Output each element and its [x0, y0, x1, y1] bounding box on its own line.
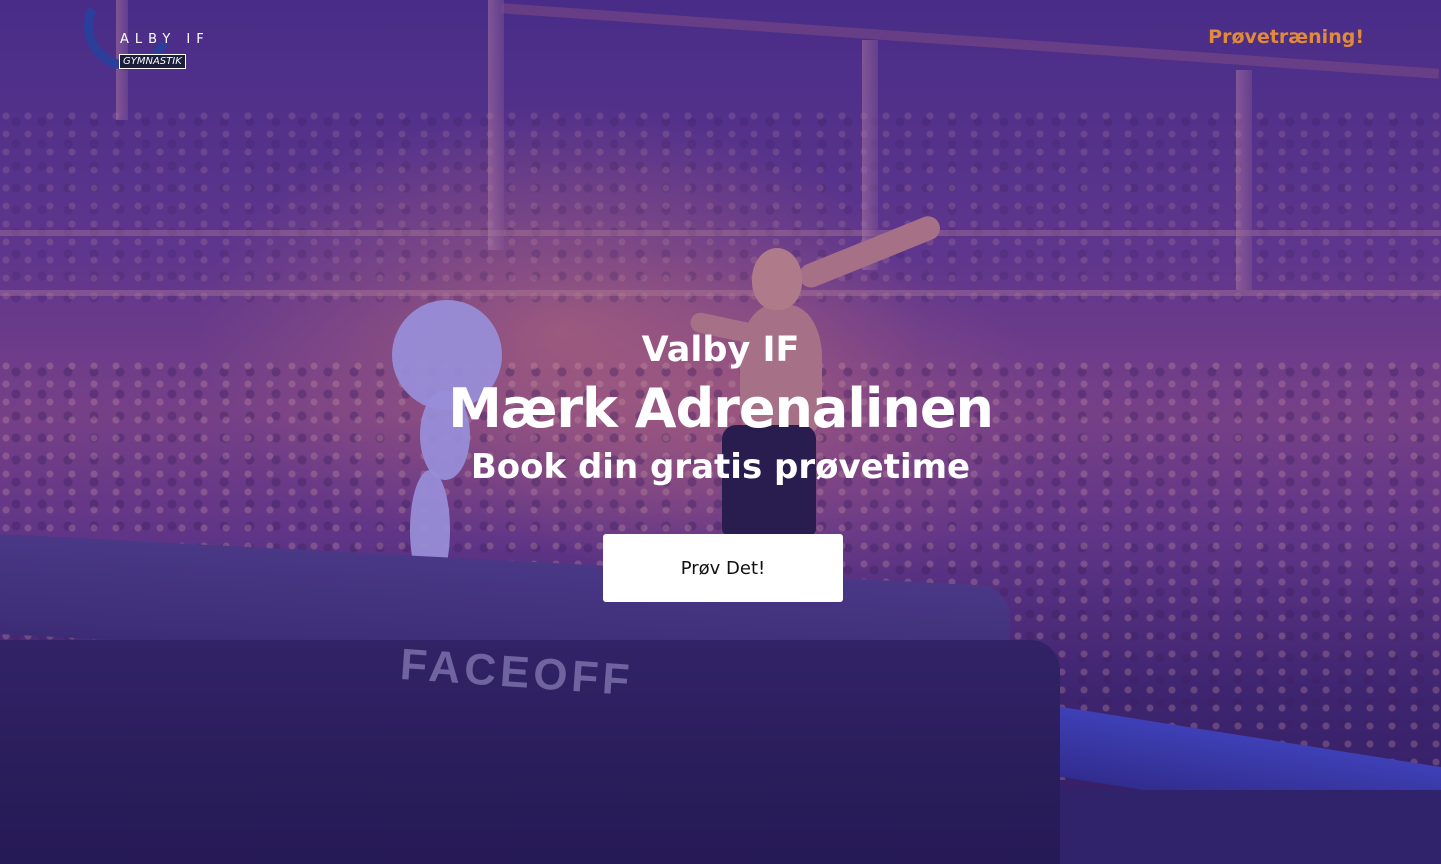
try-it-button[interactable]: Prøv Det!	[603, 534, 843, 602]
hero-subheadline: Book din gratis prøvetime	[470, 447, 971, 487]
logo-subtext: GYMNASTIK	[119, 54, 186, 69]
nav-link-trial[interactable]: Prøvetræning!	[1208, 26, 1364, 48]
hero-eyebrow: Valby IF	[641, 330, 800, 370]
hero-headline: Mærk Adrenalinen	[448, 377, 994, 440]
hero-section: FACEOFF ALBY IF GYMNASTIK Prøvetræning! …	[0, 0, 1441, 864]
logo-text: ALBY IF	[120, 32, 210, 47]
hero-content: Valby IF Mærk Adrenalinen Book din grati…	[0, 326, 1441, 492]
site-logo[interactable]: ALBY IF GYMNASTIK	[71, 0, 220, 83]
